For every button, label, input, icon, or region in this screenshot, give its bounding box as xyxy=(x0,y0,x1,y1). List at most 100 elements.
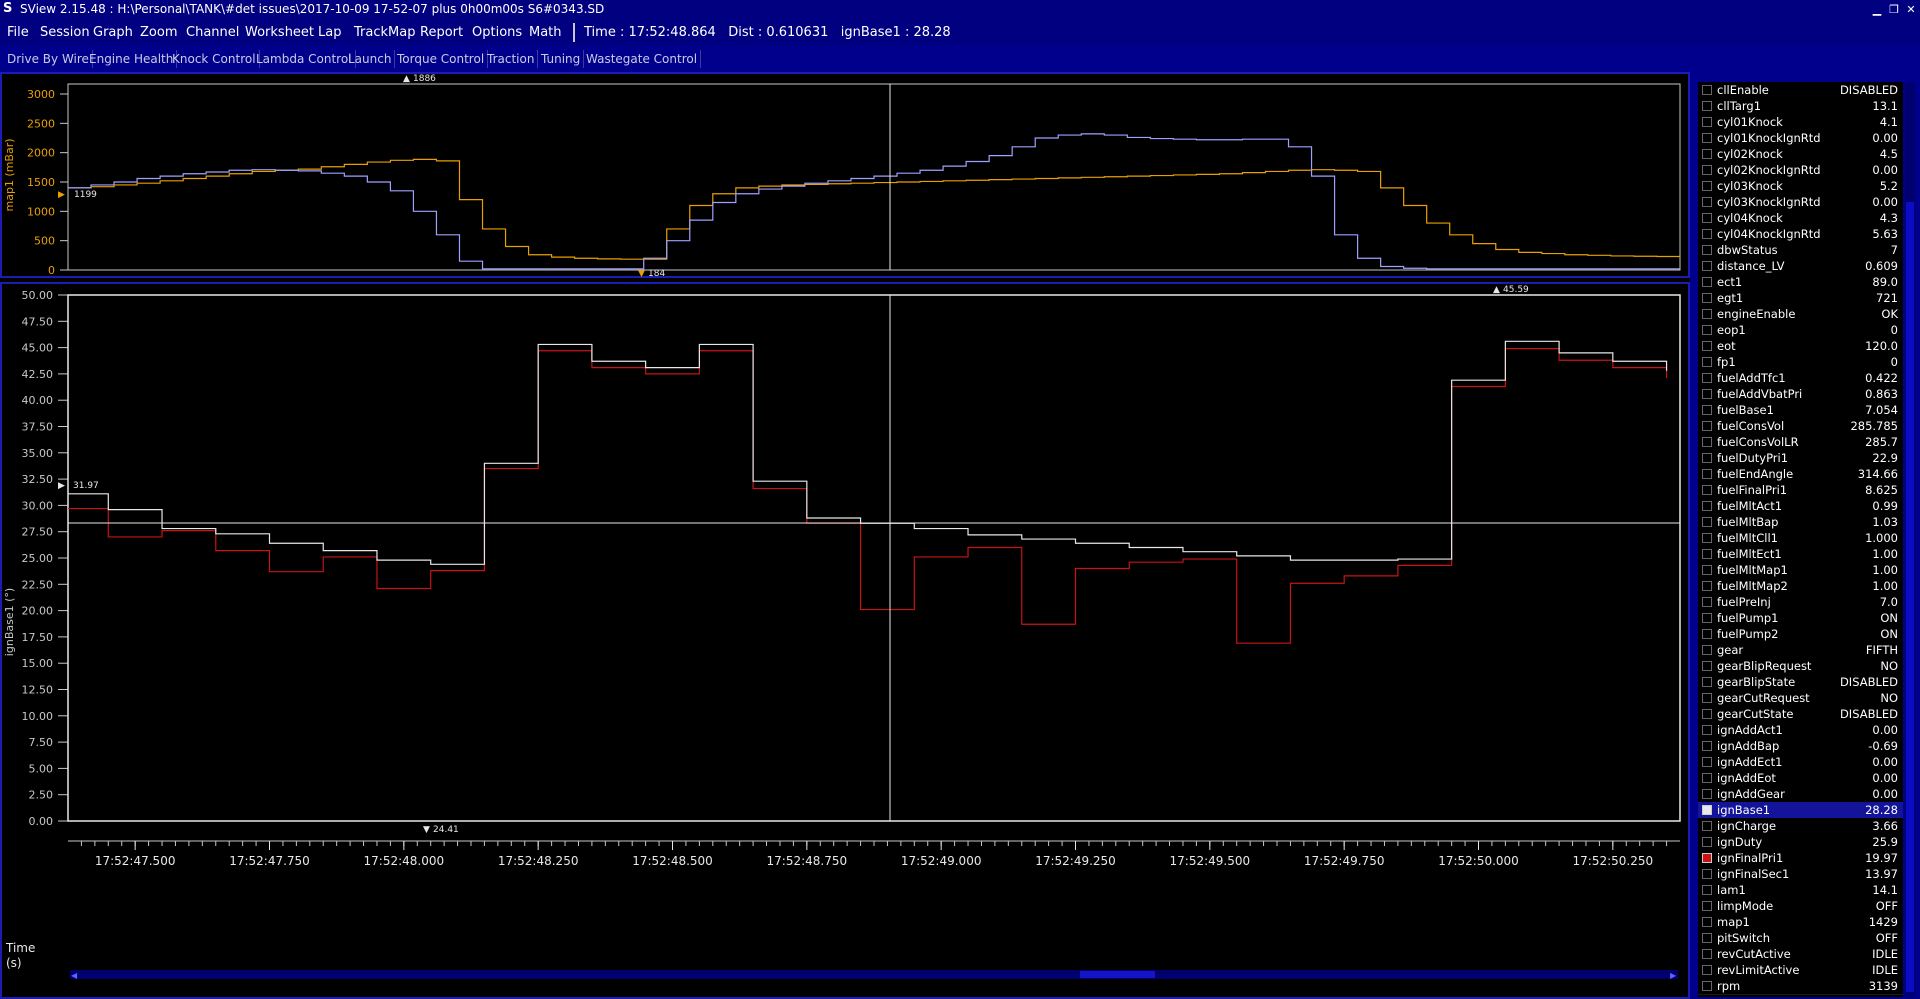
channel-checkbox[interactable] xyxy=(1702,741,1712,751)
channel-checkbox[interactable] xyxy=(1702,949,1712,959)
channel-checkbox[interactable] xyxy=(1702,933,1712,943)
channel-row-fuelMltMap2[interactable]: fuelMltMap2 1.00 xyxy=(1698,578,1903,595)
channel-checkbox[interactable] xyxy=(1702,757,1712,767)
tab-drive-by-wire[interactable]: Drive By Wire xyxy=(7,50,93,68)
channel-row-ect1[interactable]: ect1 89.0 xyxy=(1698,274,1903,291)
channel-row-cyl04KnockIgnRtd[interactable]: cyl04KnockIgnRtd 5.63 xyxy=(1698,226,1903,243)
channel-row-ignAddGear[interactable]: ignAddGear 0.00 xyxy=(1698,786,1903,803)
channel-row-egt1[interactable]: egt1 721 xyxy=(1698,290,1903,307)
channel-row-revLimitActive[interactable]: revLimitActive IDLE xyxy=(1698,962,1903,979)
channel-row-ignAddAct1[interactable]: ignAddAct1 0.00 xyxy=(1698,722,1903,739)
channel-row-distance_LV[interactable]: distance_LV 0.609 xyxy=(1698,258,1903,275)
channel-checkbox[interactable] xyxy=(1702,325,1712,335)
channel-checkbox[interactable] xyxy=(1702,229,1712,239)
channel-row-gearCutState[interactable]: gearCutState DISABLED xyxy=(1698,706,1903,723)
channel-row-gearCutRequest[interactable]: gearCutRequest NO xyxy=(1698,690,1903,707)
channel-row-fuelPump1[interactable]: fuelPump1 ON xyxy=(1698,610,1903,627)
channel-row-fp1[interactable]: fp1 0 xyxy=(1698,354,1903,371)
channel-row-fuelAddTfc1[interactable]: fuelAddTfc1 0.422 xyxy=(1698,370,1903,387)
time-scrollbar[interactable] xyxy=(70,970,1678,979)
channel-row-fuelFinalPri1[interactable]: fuelFinalPri1 8.625 xyxy=(1698,482,1903,499)
time-scrollbar-thumb[interactable] xyxy=(1080,971,1155,978)
channel-checkbox[interactable] xyxy=(1702,789,1712,799)
channel-checkbox[interactable] xyxy=(1702,805,1712,815)
channel-checkbox[interactable] xyxy=(1702,293,1712,303)
channel-checkbox[interactable] xyxy=(1702,661,1712,671)
channel-row-cyl01KnockIgnRtd[interactable]: cyl01KnockIgnRtd 0.00 xyxy=(1698,130,1903,147)
channel-checkbox[interactable] xyxy=(1702,165,1712,175)
tab-tuning[interactable]: Tuning xyxy=(541,50,585,68)
channel-row-eot[interactable]: eot 120.0 xyxy=(1698,338,1903,355)
tab-knock-control[interactable]: Knock Control xyxy=(172,50,260,68)
channel-checkbox[interactable] xyxy=(1702,133,1712,143)
menu-worksheet[interactable]: Worksheet xyxy=(245,19,314,46)
channel-checkbox[interactable] xyxy=(1702,645,1712,655)
channel-row-ignCharge[interactable]: ignCharge 3.66 xyxy=(1698,818,1903,835)
channel-checkbox[interactable] xyxy=(1702,341,1712,351)
channel-row-lam1[interactable]: lam1 14.1 xyxy=(1698,882,1903,899)
channel-checkbox[interactable] xyxy=(1702,101,1712,111)
channel-checkbox[interactable] xyxy=(1702,85,1712,95)
tab-lambda-control[interactable]: Lambda Control xyxy=(256,50,356,68)
channel-checkbox[interactable] xyxy=(1702,725,1712,735)
channel-checkbox[interactable] xyxy=(1702,581,1712,591)
channel-row-eop1[interactable]: eop1 0 xyxy=(1698,322,1903,339)
map1-chart[interactable]: 3000 2500 2000 1500 1000 500 0 map1 (mBar) ▲ 1… xyxy=(0,72,1690,278)
menu-options[interactable]: Options xyxy=(472,19,522,46)
channel-checkbox[interactable] xyxy=(1702,309,1712,319)
channel-checkbox[interactable] xyxy=(1702,965,1712,975)
channel-scrollbar-thumb[interactable] xyxy=(1906,202,1914,992)
channel-row-ignAddBap[interactable]: ignAddBap -0.69 xyxy=(1698,738,1903,755)
channel-row-cllEnable[interactable]: cllEnable DISABLED xyxy=(1698,82,1903,99)
channel-row-fuelMltBap[interactable]: fuelMltBap 1.03 xyxy=(1698,514,1903,531)
channel-checkbox[interactable] xyxy=(1702,549,1712,559)
channel-row-pitSwitch[interactable]: pitSwitch OFF xyxy=(1698,930,1903,947)
menu-graph[interactable]: Graph xyxy=(93,19,133,46)
tab-wastegate-control[interactable]: Wastegate Control xyxy=(586,50,702,68)
channel-checkbox[interactable] xyxy=(1702,261,1712,271)
channel-row-ignDuty[interactable]: ignDuty 25.9 xyxy=(1698,834,1903,851)
channel-checkbox[interactable] xyxy=(1702,277,1712,287)
channel-checkbox[interactable] xyxy=(1702,485,1712,495)
channel-row-ignBase1[interactable]: ignBase1 28.28 xyxy=(1698,802,1903,819)
channel-checkbox[interactable] xyxy=(1702,453,1712,463)
channel-row-cyl02Knock[interactable]: cyl02Knock 4.5 xyxy=(1698,146,1903,163)
tab-launch[interactable]: Launch xyxy=(348,50,396,68)
tab-traction[interactable]: Traction xyxy=(487,50,539,68)
channel-checkbox[interactable] xyxy=(1702,917,1712,927)
channel-checkbox[interactable] xyxy=(1702,405,1712,415)
channel-row-cyl01Knock[interactable]: cyl01Knock 4.1 xyxy=(1698,114,1903,131)
channel-row-fuelDutyPri1[interactable]: fuelDutyPri1 22.9 xyxy=(1698,450,1903,467)
channel-checkbox[interactable] xyxy=(1702,357,1712,367)
channel-checkbox[interactable] xyxy=(1702,421,1712,431)
channel-row-fuelPump2[interactable]: fuelPump2 ON xyxy=(1698,626,1903,643)
channel-checkbox[interactable] xyxy=(1702,213,1712,223)
channel-row-map1[interactable]: map1 1429 xyxy=(1698,914,1903,931)
channel-row-limpMode[interactable]: limpMode OFF xyxy=(1698,898,1903,915)
channel-checkbox[interactable] xyxy=(1702,709,1712,719)
channel-row-ignFinalPri1[interactable]: ignFinalPri1 19.97 xyxy=(1698,850,1903,867)
channel-row-cyl03KnockIgnRtd[interactable]: cyl03KnockIgnRtd 0.00 xyxy=(1698,194,1903,211)
channel-row-rpm[interactable]: rpm 3139 xyxy=(1698,978,1903,995)
menu-zoom[interactable]: Zoom xyxy=(140,19,177,46)
channel-row-fuelMltAct1[interactable]: fuelMltAct1 0.99 xyxy=(1698,498,1903,515)
ignition-chart[interactable]: 50.00 47.50 45.00 42.50 40.00 37.50 35.00 32.50… xyxy=(0,282,1690,999)
channel-row-fuelConsVol[interactable]: fuelConsVol 285.785 xyxy=(1698,418,1903,435)
channel-checkbox[interactable] xyxy=(1702,437,1712,447)
channel-row-ignAddEct1[interactable]: ignAddEct1 0.00 xyxy=(1698,754,1903,771)
channel-checkbox[interactable] xyxy=(1702,981,1712,991)
channel-checkbox[interactable] xyxy=(1702,869,1712,879)
restore-icon[interactable]: ❐ xyxy=(1887,3,1901,17)
channel-checkbox[interactable] xyxy=(1702,821,1712,831)
channel-row-cyl03Knock[interactable]: cyl03Knock 5.2 xyxy=(1698,178,1903,195)
channel-checkbox[interactable] xyxy=(1702,901,1712,911)
channel-checkbox[interactable] xyxy=(1702,197,1712,207)
tab-engine-health[interactable]: Engine Health xyxy=(89,50,178,68)
channel-row-fuelBase1[interactable]: fuelBase1 7.054 xyxy=(1698,402,1903,419)
channel-checkbox[interactable] xyxy=(1702,245,1712,255)
menu-file[interactable]: File xyxy=(7,19,29,46)
menu-session[interactable]: Session xyxy=(40,19,90,46)
channel-row-ignAddEot[interactable]: ignAddEot 0.00 xyxy=(1698,770,1903,787)
channel-row-ignFinalSec1[interactable]: ignFinalSec1 13.97 xyxy=(1698,866,1903,883)
channel-checkbox[interactable] xyxy=(1702,853,1712,863)
